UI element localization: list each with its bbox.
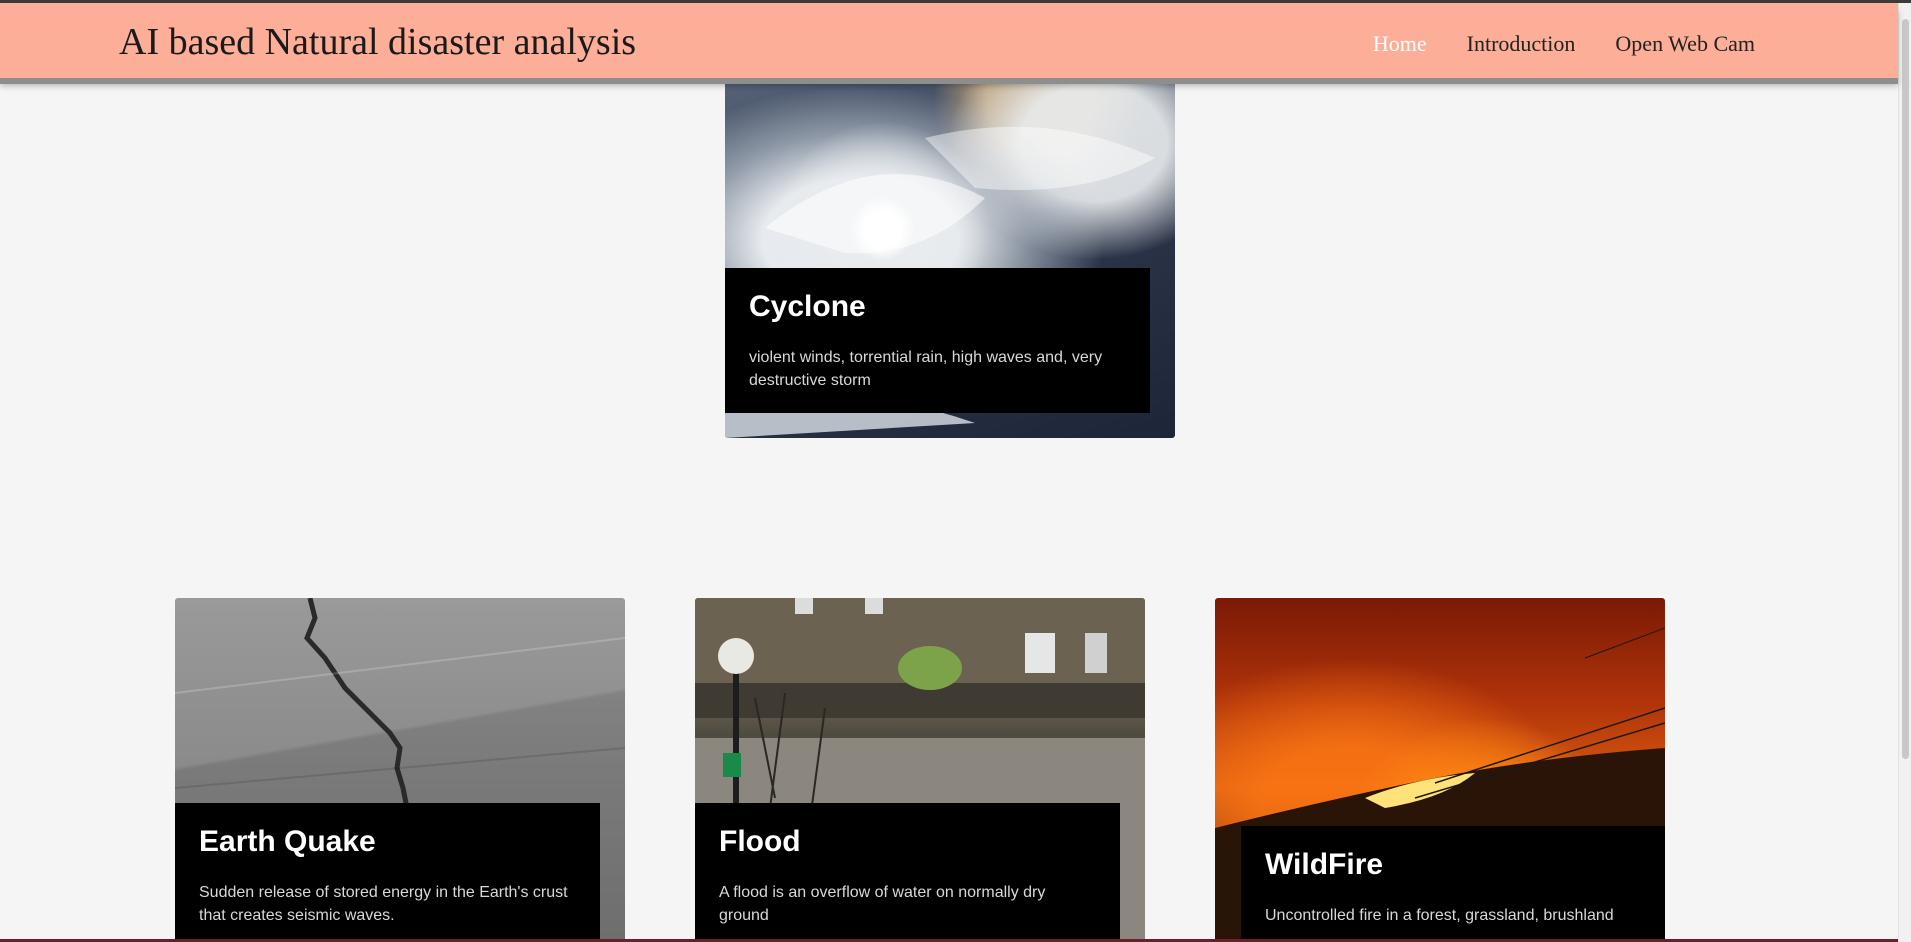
card-caption: Earth Quake Sudden release of stored ene… (175, 803, 600, 942)
card-description: Uncontrolled fire in a forest, grassland… (1265, 907, 1614, 924)
site-title[interactable]: AI based Natural disaster analysis (119, 20, 636, 64)
card-caption: Flood A flood is an overflow of water on… (695, 803, 1120, 942)
card-caption: WildFire Uncontrolled fire in a forest, … (1241, 826, 1665, 942)
card-wildfire[interactable]: WildFire Uncontrolled fire in a forest, … (1215, 598, 1665, 942)
card-title: WildFire (1265, 848, 1384, 881)
scrollbar-thumb[interactable] (1902, 19, 1909, 759)
card-title: Earth Quake (199, 825, 376, 858)
card-title: Cyclone (749, 290, 866, 323)
nav-link-home[interactable]: Home (1373, 31, 1427, 57)
navbar: AI based Natural disaster analysis Home … (0, 3, 1898, 78)
nav-link-open-web-cam[interactable]: Open Web Cam (1615, 31, 1755, 57)
page: AI based Natural disaster analysis Home … (0, 0, 1911, 942)
page-scrollbar[interactable] (1898, 3, 1911, 942)
nav-link-introduction[interactable]: Introduction (1467, 31, 1576, 57)
card-description: violent winds, torrential rain, high wav… (749, 349, 1103, 389)
card-flood[interactable]: Flood A flood is an overflow of water on… (695, 598, 1145, 942)
card-description: A flood is an overflow of water on norma… (719, 884, 1046, 924)
card-title: Flood (719, 825, 801, 858)
card-cyclone[interactable]: Cyclone violent winds, torrential rain, … (725, 78, 1175, 438)
card-description: Sudden release of stored energy in the E… (199, 884, 568, 924)
nav-links: Home Introduction Open Web Cam (1373, 31, 1755, 57)
card-caption: Cyclone violent winds, torrential rain, … (725, 268, 1150, 413)
card-earth-quake[interactable]: Earth Quake Sudden release of stored ene… (175, 598, 625, 942)
